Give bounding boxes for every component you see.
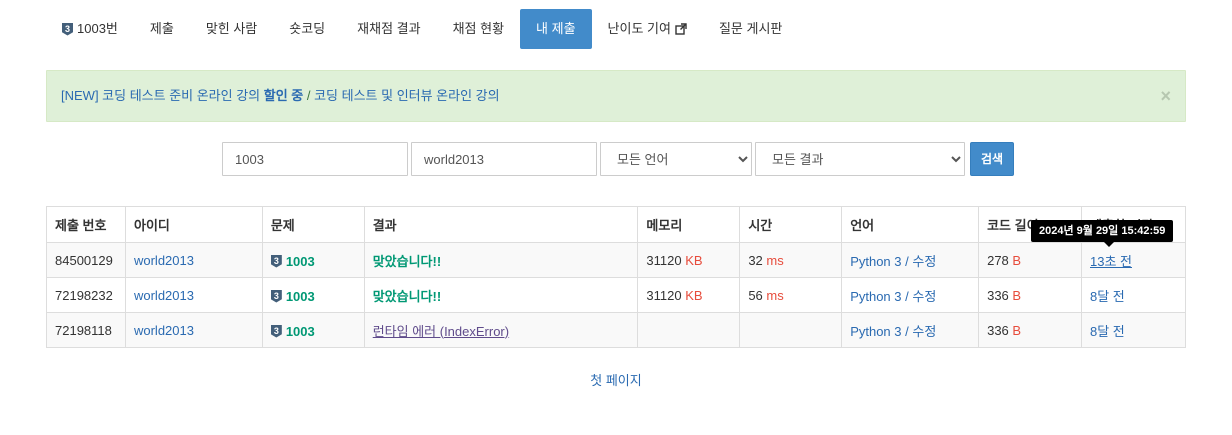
pagination: 첫 페이지 bbox=[0, 370, 1232, 389]
memory-value: 31120 bbox=[646, 287, 682, 303]
time-cell: 32 ms bbox=[739, 242, 843, 278]
memory-cell bbox=[637, 312, 741, 348]
code-length-unit: B bbox=[1012, 287, 1022, 303]
problem-nav: 3 1003번 제출 맞힌 사람 숏코딩 재채점 결과 채점 현황 내 제출 난… bbox=[46, 9, 798, 49]
promo-link-interview[interactable]: 코딩 테스트 및 인터뷰 온라인 강의 bbox=[314, 88, 500, 103]
tier-badge-icon: 3 bbox=[270, 324, 282, 338]
language-cell: Python 3 / 수정 bbox=[841, 277, 980, 313]
tab-problem-label: 1003번 bbox=[77, 21, 118, 36]
col-result: 결과 bbox=[363, 206, 639, 243]
submission-id: 72198232 bbox=[46, 277, 126, 313]
result-text: 맞았습니다!! bbox=[372, 253, 442, 269]
search-button[interactable]: 검색 bbox=[970, 142, 1014, 176]
submission-search-form: 모든 언어 모든 결과 검색 bbox=[222, 142, 1014, 176]
tab-solved-users[interactable]: 맞힌 사람 bbox=[190, 9, 273, 49]
problem-link[interactable]: 3 1003 bbox=[270, 253, 315, 269]
tab-question-board[interactable]: 질문 게시판 bbox=[703, 9, 798, 49]
edit-link[interactable]: 수정 bbox=[912, 289, 936, 304]
promo-separator: / bbox=[303, 88, 315, 103]
problem-number: 1003 bbox=[285, 288, 315, 304]
source-link[interactable]: Python 3 bbox=[850, 324, 901, 339]
submission-table: 제출 번호 아이디 문제 결과 메모리 시간 언어 코드 길이 제출한 시간 8… bbox=[46, 206, 1186, 348]
result-link[interactable]: 런타임 에러 (IndexError) bbox=[373, 324, 509, 339]
col-user-id: 아이디 bbox=[124, 206, 263, 243]
edit-slash: / bbox=[905, 288, 909, 304]
tier-badge-icon: 3 bbox=[270, 254, 282, 268]
result-select[interactable]: 모든 결과 bbox=[755, 142, 965, 176]
submitted-time-link[interactable]: 13초 전 bbox=[1090, 254, 1132, 269]
code-length-value: 336 bbox=[987, 287, 1009, 303]
tab-judge-status[interactable]: 채점 현황 bbox=[437, 9, 520, 49]
time-value: 32 bbox=[748, 252, 763, 268]
memory-unit: KB bbox=[685, 287, 703, 303]
edit-slash: / bbox=[905, 323, 909, 339]
code-length-unit: B bbox=[1012, 252, 1022, 268]
submitted-time-link[interactable]: 8달 전 bbox=[1090, 289, 1125, 304]
source-link[interactable]: Python 3 bbox=[850, 254, 901, 269]
edit-link[interactable]: 수정 bbox=[912, 324, 936, 339]
code-length-value: 278 bbox=[987, 252, 1009, 268]
submitted-time-link[interactable]: 8달 전 bbox=[1090, 324, 1125, 339]
user-link[interactable]: world2013 bbox=[134, 323, 194, 338]
problem-number: 1003 bbox=[285, 323, 315, 339]
time-cell bbox=[739, 312, 843, 348]
problem-number: 1003 bbox=[285, 253, 315, 269]
promo-alert: [NEW] 코딩 테스트 준비 온라인 강의 할인 중 / 코딩 테스트 및 인… bbox=[46, 70, 1186, 122]
col-time: 시간 bbox=[739, 206, 843, 243]
language-cell: Python 3 / 수정 bbox=[841, 312, 980, 348]
edit-link[interactable]: 수정 bbox=[912, 254, 936, 269]
tier-badge-icon: 3 bbox=[270, 289, 282, 303]
tab-submit[interactable]: 제출 bbox=[134, 9, 190, 49]
submitted-time-tooltip: 2024년 9월 29일 15:42:59 bbox=[1031, 220, 1174, 242]
table-row: 84500129 world2013 3 1003 맞았습니다!! 31120 K… bbox=[46, 242, 1186, 278]
tier-badge-icon: 3 bbox=[62, 22, 73, 36]
source-link[interactable]: Python 3 bbox=[850, 289, 901, 304]
close-icon[interactable]: × bbox=[1160, 71, 1171, 121]
promo-link-course[interactable]: [NEW] 코딩 테스트 준비 온라인 강의 할인 중 bbox=[61, 88, 303, 103]
promo-prefix: [NEW] 코딩 테스트 준비 온라인 강의 bbox=[61, 88, 264, 103]
first-page-link[interactable]: 첫 페이지 bbox=[590, 373, 641, 388]
code-length-cell: 336 B bbox=[978, 277, 1082, 313]
problem-id-input[interactable] bbox=[222, 142, 408, 176]
col-memory: 메모리 bbox=[637, 206, 741, 243]
language-select[interactable]: 모든 언어 bbox=[600, 142, 752, 176]
col-submission-id: 제출 번호 bbox=[46, 206, 126, 243]
tab-problem[interactable]: 3 1003번 bbox=[46, 9, 134, 49]
memory-cell: 31120 KB bbox=[637, 277, 741, 313]
code-length-value: 336 bbox=[987, 322, 1009, 338]
tab-my-submissions[interactable]: 내 제출 bbox=[520, 9, 592, 49]
promo-discount: 할인 중 bbox=[263, 88, 304, 103]
col-language: 언어 bbox=[841, 206, 980, 243]
result-text: 맞았습니다!! bbox=[372, 288, 442, 304]
problem-link[interactable]: 3 1003 bbox=[270, 323, 315, 339]
memory-unit: KB bbox=[685, 252, 703, 268]
time-unit: ms bbox=[766, 252, 784, 268]
external-link-icon bbox=[675, 23, 687, 35]
user-id-input[interactable] bbox=[411, 142, 597, 176]
tab-short-coding[interactable]: 숏코딩 bbox=[273, 9, 341, 49]
table-row: 72198232 world2013 3 1003 맞았습니다!! 31120 K… bbox=[46, 277, 1186, 313]
tooltip-arrow bbox=[1104, 242, 1114, 247]
submission-id: 84500129 bbox=[46, 242, 126, 278]
memory-value: 31120 bbox=[646, 252, 682, 268]
language-cell: Python 3 / 수정 bbox=[841, 242, 980, 278]
time-unit: ms bbox=[766, 287, 784, 303]
col-problem: 문제 bbox=[261, 206, 365, 243]
edit-slash: / bbox=[905, 253, 909, 269]
user-link[interactable]: world2013 bbox=[134, 288, 194, 303]
tab-rejudge-results[interactable]: 재채점 결과 bbox=[341, 9, 436, 49]
tab-difficulty-label: 난이도 기여 bbox=[607, 21, 671, 36]
time-cell: 56 ms bbox=[739, 277, 843, 313]
code-length-unit: B bbox=[1012, 322, 1022, 338]
memory-cell: 31120 KB bbox=[637, 242, 741, 278]
tab-difficulty-contribution[interactable]: 난이도 기여 bbox=[592, 9, 703, 49]
table-row: 72198118 world2013 3 1003 런타임 에러 (IndexEr… bbox=[46, 312, 1186, 348]
code-length-cell: 278 B bbox=[978, 242, 1082, 278]
time-value: 56 bbox=[748, 287, 763, 303]
submission-id: 72198118 bbox=[46, 312, 126, 348]
problem-link[interactable]: 3 1003 bbox=[270, 288, 315, 304]
table-header-row: 제출 번호 아이디 문제 결과 메모리 시간 언어 코드 길이 제출한 시간 bbox=[46, 206, 1186, 243]
code-length-cell: 336 B bbox=[978, 312, 1082, 348]
user-link[interactable]: world2013 bbox=[134, 253, 194, 268]
